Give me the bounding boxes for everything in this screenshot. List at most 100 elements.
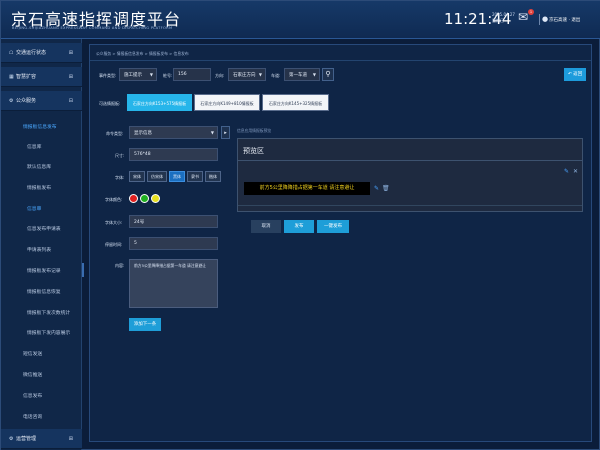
- font-size-input[interactable]: 24号: [129, 215, 218, 228]
- chevron-down-icon: ▼: [258, 72, 262, 77]
- size-input[interactable]: 576*48: [129, 148, 218, 161]
- preview-divider: [238, 160, 582, 161]
- font-option-heiti[interactable]: 黑体: [169, 171, 185, 182]
- expand-icon[interactable]: ⊞: [69, 74, 73, 80]
- publish-button[interactable]: 发布: [284, 220, 314, 233]
- command-type-label: 命令类型:: [106, 131, 124, 136]
- expand-icon[interactable]: ⊞: [69, 50, 73, 56]
- board-option-3[interactable]: 石家庄方向K145+325情报板: [262, 94, 329, 111]
- board-select-label: 可选情报板:: [99, 101, 121, 106]
- stake-input[interactable]: 156: [173, 68, 211, 81]
- nav-sub-wechat[interactable]: 微信推送: [23, 371, 42, 378]
- command-side-button[interactable]: ▸: [221, 126, 230, 139]
- nav-item-operations[interactable]: ⚙ 运营管理 ⊞: [1, 429, 82, 449]
- chat-bell-icon[interactable]: ✉: [518, 10, 528, 24]
- content-textarea[interactable]: 前方5公里降降措占据第一车道 请注意避让: [129, 259, 218, 308]
- delete-message-icon[interactable]: 🗑: [382, 185, 390, 192]
- edit-message-icon[interactable]: ✎: [374, 185, 379, 192]
- nav-sub-apply-list[interactable]: 申请表列表: [27, 246, 51, 253]
- command-type-select[interactable]: 显示信息 ▼: [129, 126, 218, 139]
- nav-sub-publish-records[interactable]: 情报板发布记录: [27, 267, 61, 274]
- nav-sub-info-publish[interactable]: 信息发布: [23, 392, 42, 399]
- stake-label: 桩号:: [163, 73, 173, 78]
- search-icon: ⚲: [325, 70, 331, 78]
- color-option-red[interactable]: [129, 194, 138, 203]
- weekday-text: 星期日: [492, 18, 504, 23]
- nav-sub-phone[interactable]: 电话咨询: [23, 413, 42, 420]
- preview-title: 预览区: [243, 147, 264, 155]
- chevron-down-icon: ▼: [312, 72, 316, 77]
- gear-icon: ⚙: [9, 435, 14, 442]
- size-value: 576*48: [134, 152, 151, 157]
- color-option-yellow[interactable]: [151, 194, 160, 203]
- notification-badge: 1: [528, 9, 534, 15]
- preview-area: 预览区 ✎ ✕ 前方5公里降降措占据第一车道 请注意避让 ✎ 🗑: [237, 138, 583, 212]
- nav-section-board-release[interactable]: 情报板信息发布: [23, 123, 57, 130]
- event-type-select[interactable]: 施工提示 ▼: [119, 68, 157, 81]
- font-option-lishu[interactable]: 隶书: [187, 171, 203, 182]
- nav-sub-info-review[interactable]: 信息审: [27, 205, 41, 212]
- chevron-down-icon: ▼: [149, 72, 153, 77]
- nav-sub-board-publish[interactable]: 情报板发布: [27, 184, 51, 191]
- nav-item-label: 运营管理: [16, 436, 37, 442]
- clock-date: 2025.04.27 星期日: [492, 12, 515, 24]
- color-option-green[interactable]: [140, 194, 149, 203]
- user-name[interactable]: 京石高速: [549, 18, 567, 23]
- cancel-button[interactable]: 取消: [251, 220, 281, 233]
- content-label: 内容:: [115, 263, 125, 268]
- back-button[interactable]: ↶ 返回: [564, 68, 586, 81]
- font-color-label: 字体颜色:: [105, 197, 123, 202]
- nav-sub-apply-form[interactable]: 信息发布申请表: [27, 225, 61, 232]
- font-option-kaiti[interactable]: 楷体: [205, 171, 221, 182]
- chevron-down-icon: ▼: [210, 130, 214, 135]
- delete-icon[interactable]: ✕: [573, 168, 578, 175]
- expand-icon[interactable]: ⊞: [69, 436, 73, 442]
- nav-item-label: 公众服务: [16, 98, 37, 104]
- add-next-button[interactable]: 添加下一条: [129, 318, 161, 331]
- nav-item-traffic[interactable]: ☖ 交通运行状态 ⊞: [1, 43, 82, 63]
- back-label: 返回: [573, 72, 583, 77]
- edit-icon[interactable]: ✎: [564, 168, 569, 175]
- one-click-publish-button[interactable]: 一键发布: [317, 220, 349, 233]
- stay-time-input[interactable]: 5: [129, 237, 218, 250]
- direction-label: 方向:: [215, 73, 225, 78]
- nav-sub-info-library[interactable]: 信息库: [27, 143, 41, 150]
- size-label: 尺寸:: [115, 153, 125, 158]
- lane-select[interactable]: 第一车道 ▼: [284, 68, 320, 81]
- nav-item-public-service[interactable]: ⚙ 公众服务 ⊟: [1, 91, 82, 111]
- logout-link[interactable]: 退出: [571, 18, 580, 23]
- font-option-songti[interactable]: 宋体: [129, 171, 145, 182]
- event-type-label: 事件类型:: [99, 73, 117, 78]
- nav-sub-sms[interactable]: 短信发送: [23, 350, 42, 357]
- preview-caption: 信息应用情报板预览: [237, 128, 272, 133]
- nav-sub-info-restore[interactable]: 情报板信息恢复: [27, 288, 61, 295]
- home-icon: ☖: [9, 49, 14, 56]
- user-icon: ●: [542, 15, 549, 23]
- board-option-2[interactable]: 石家庄方向K149+810情报板: [194, 94, 260, 111]
- font-size-label: 字体大小:: [105, 220, 123, 225]
- stay-time-value: 5: [134, 241, 137, 246]
- nav-sub-default-library[interactable]: 默认信息库: [27, 163, 51, 170]
- header-divider: [539, 14, 540, 25]
- grid-icon: ▦: [9, 73, 14, 80]
- direction-value: 石家庄方向: [233, 72, 256, 78]
- lane-value: 第一车道: [289, 72, 307, 78]
- nav-item-capacity[interactable]: ▦ 智慧扩容 ⊞: [1, 67, 82, 87]
- breadcrumb-divider: [90, 60, 591, 61]
- search-button[interactable]: ⚲: [322, 68, 334, 81]
- platform-subtitle: BEIJING-SHIJIAZHUANG EXPRESSWAY COMMAND …: [12, 26, 173, 30]
- board-option-1[interactable]: 石家庄方向K153+575情报板: [127, 94, 192, 111]
- nav-sub-send-content[interactable]: 情报板下发内容展示: [27, 329, 70, 336]
- event-type-value: 施工提示: [124, 72, 142, 78]
- sidebar-scrollbar[interactable]: [82, 263, 84, 277]
- font-option-fangsong[interactable]: 仿宋体: [147, 171, 167, 182]
- user-area: 京石高速 · 退出: [549, 17, 580, 23]
- direction-select[interactable]: 石家庄方向 ▼: [228, 68, 266, 81]
- top-header: 京石高速指挥调度平台 BEIJING-SHIJIAZHUANG EXPRESSW…: [1, 1, 600, 39]
- collapse-icon[interactable]: ⊟: [69, 98, 73, 104]
- font-size-value: 24号: [134, 219, 145, 225]
- font-label: 字体:: [115, 175, 125, 180]
- nav-item-label: 交通运行状态: [16, 50, 47, 56]
- nav-sub-send-count[interactable]: 情报板下发次数统计: [27, 309, 70, 316]
- chevron-right-icon: ▸: [224, 130, 227, 136]
